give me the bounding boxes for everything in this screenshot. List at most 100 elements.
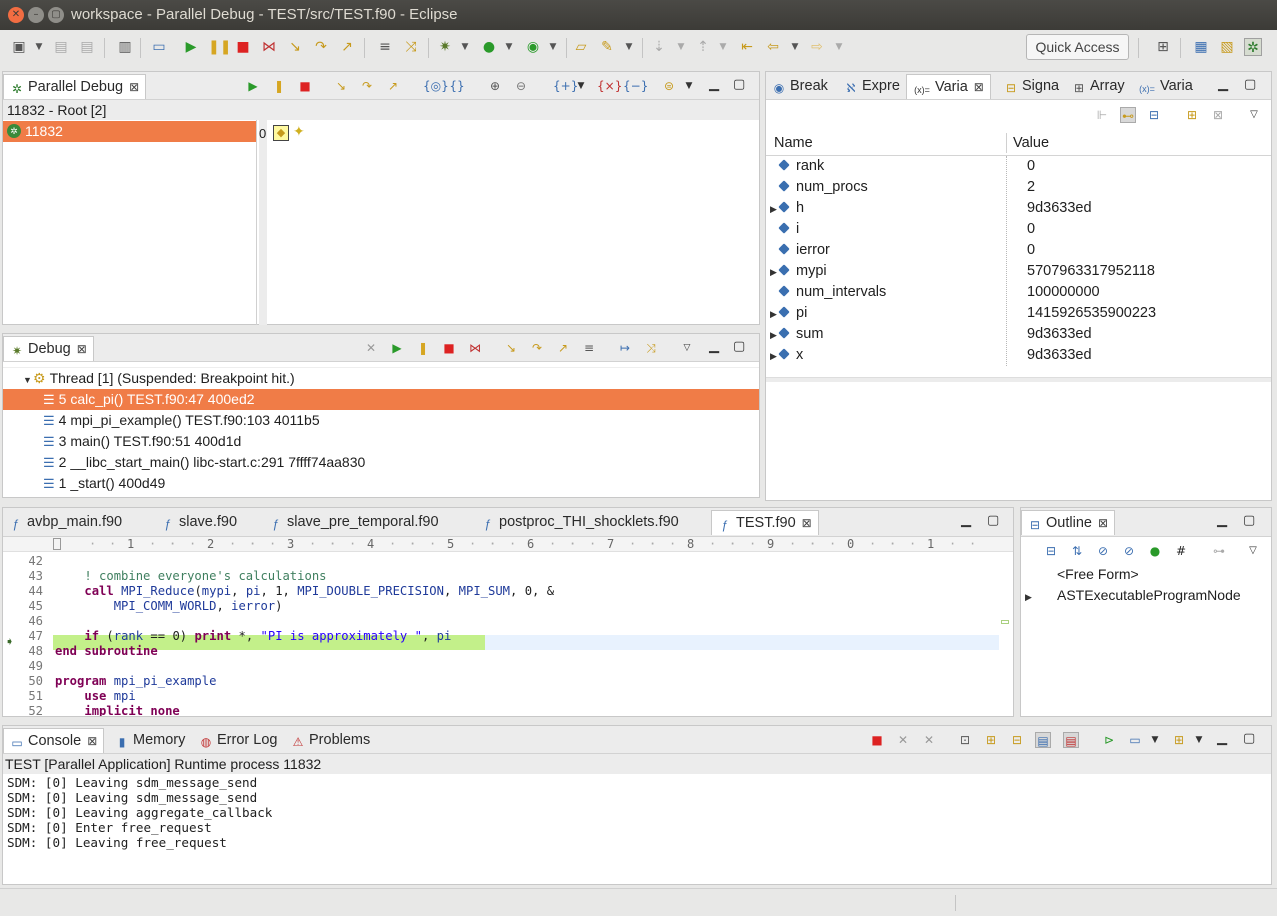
disconnect-icon[interactable]: ⋈ [260,38,278,56]
quick-access-input[interactable]: Quick Access [1026,34,1129,60]
code-line[interactable]: 50 program mpi_pi_example [3,674,1013,689]
thread-item[interactable]: ▼⚙ Thread [1] (Suspended: Breakpoint hit.… [3,368,759,389]
remove-global-icon[interactable]: ⊠ [1210,107,1226,123]
tab-slave[interactable]: ƒ slave.f90 [155,510,243,535]
tab-postproc-thi[interactable]: ƒ postproc_THI_shocklets.f90 [475,510,685,535]
close-icon[interactable]: ⊠ [802,516,812,530]
variable-row[interactable]: i0 [766,219,1271,240]
expand-icon[interactable]: ▶ [770,199,780,220]
stack-frame[interactable]: ☰ 3 main() TEST.f90:51 400d1d [3,431,759,452]
expanded-icon[interactable]: ▼ [23,370,33,391]
chevron-down-icon[interactable]: ▼ [681,78,697,94]
tab-expressions[interactable]: ℵ Expre [838,74,906,99]
close-icon[interactable]: ⊠ [1098,516,1108,530]
use-step-filters-icon[interactable]: ≡ [376,38,394,56]
maximize-icon[interactable]: ▢ [1243,731,1255,746]
tab-variables[interactable]: (x)= Varia ⊠ [906,74,991,99]
close-window-button[interactable]: ✕ [8,7,24,23]
add-global-icon[interactable]: ⊞ [1184,107,1200,123]
chevron-down-icon[interactable]: ▼ [544,38,562,56]
step-over-icon[interactable]: ↷ [529,340,545,356]
minimize-icon[interactable]: ▁ [1217,513,1227,528]
parallel-debug-perspective-icon[interactable]: ✲ [1244,38,1262,56]
job-item[interactable]: ✲ 11832 [3,121,256,142]
remove-launch-icon[interactable]: ✕ [895,732,911,748]
hide-nonpublic-icon[interactable]: ● [1147,543,1163,559]
collapsed-icon[interactable]: ▶ [1025,587,1035,608]
sort-icon[interactable]: ⇅ [1069,543,1085,559]
code-line[interactable]: 51 use mpi [3,689,1013,704]
tab-breakpoints[interactable]: ◉ Break [766,74,834,99]
process-suspended-icon[interactable]: ◆ [273,125,289,141]
variable-row[interactable]: ierror 0 [766,240,1271,261]
tab-console[interactable]: ▭ Console ⊠ [3,728,105,753]
chevron-down-icon[interactable]: ▼ [620,38,638,56]
change-set-icon[interactable]: ⊜ [661,78,677,94]
open-folder-icon[interactable]: ▱ [572,38,590,56]
variable-row[interactable]: ▶ pi 1415926535900223 [766,303,1271,324]
terminate-icon[interactable]: ■ [297,78,313,94]
tab-signals[interactable]: ⊟ Signa [998,74,1065,99]
step-into-icon[interactable]: ↘ [286,38,304,56]
variable-row[interactable]: ▶ x 9d3633ed [766,345,1271,366]
instruction-step-icon[interactable]: ↦ [617,340,633,356]
close-icon[interactable]: ⊠ [87,734,97,748]
stack-frame[interactable]: ☰ 1 _start() 400d49 [3,473,759,494]
scroll-lock-icon[interactable]: ⊞ [983,732,999,748]
view-menu-icon[interactable]: ▽ [679,340,695,356]
tab-avbp-main[interactable]: ƒ avbp_main.f90 [3,510,128,535]
column-value[interactable]: Value [1013,130,1049,156]
step-filters-icon[interactable]: ⤨ [643,340,659,356]
code-line[interactable]: 52 implicit none [3,704,1013,716]
step-return-icon[interactable]: ↗ [338,38,356,56]
splitter[interactable] [259,120,267,325]
chevron-down-icon[interactable]: ▼ [786,38,804,56]
variable-row[interactable]: ▶ sum 9d3633ed [766,324,1271,345]
external-tools-icon[interactable]: ◉ [524,38,542,56]
chevron-down-icon[interactable]: ▼ [30,38,48,56]
code-line[interactable]: 49 [3,659,1013,674]
close-icon[interactable]: ⊠ [129,80,139,94]
last-edit-icon[interactable]: ⇤ [738,38,756,56]
hide-fields-icon[interactable]: ⊘ [1095,543,1111,559]
suspend-icon[interactable]: ❚ [415,340,431,356]
collapse-all-icon[interactable]: ⊟ [1146,107,1162,123]
terminate-icon[interactable]: ■ [441,340,457,356]
chevron-down-icon[interactable]: ▼ [672,38,690,56]
maximize-icon[interactable]: ▢ [987,513,999,528]
tab-parallel-debug[interactable]: ✲ Parallel Debug ⊠ [3,74,147,99]
outline-item[interactable]: ▶ ASTExecutableProgramNode [1021,585,1271,606]
register-icon[interactable]: {◎} [423,78,449,94]
display-console-icon[interactable]: ▭ [1127,732,1143,748]
maximize-icon[interactable]: ▢ [1244,77,1256,92]
suspend-icon[interactable]: ❚❚ [208,38,231,56]
step-over-icon[interactable]: ↷ [359,78,375,94]
zoom-out-icon[interactable]: ⊖ [513,78,529,94]
code-text[interactable]: 42 43 ! combine everyone's calculations 44… [3,554,1013,716]
tab-error-log[interactable]: ◍ Error Log [193,728,283,753]
resume-icon[interactable]: ▶ [389,340,405,356]
maximize-window-button[interactable]: ▢ [48,7,64,23]
minimize-icon[interactable]: ▁ [961,513,971,528]
tab-problems[interactable]: ⚠ Problems [285,728,376,753]
chevron-down-icon[interactable]: ▼ [830,38,848,56]
minimize-icon[interactable]: ▁ [709,339,719,354]
delete-set-icon[interactable]: {×} [597,78,622,94]
step-return-icon[interactable]: ↗ [385,78,401,94]
tab-test[interactable]: ƒ TEST.f90 ⊠ [711,510,819,535]
expand-icon[interactable]: ▶ [770,304,780,325]
maximize-icon[interactable]: ▢ [1243,513,1255,528]
tab-debug[interactable]: ✷ Debug ⊠ [3,336,94,361]
save-all-icon[interactable]: ▤ [78,38,96,56]
step-over-icon[interactable]: ↷ [312,38,330,56]
show-type-names-icon[interactable]: ⊩ [1094,107,1110,123]
stack-frame[interactable]: ☰ 2 __libc_start_main() libc-start.c:291 … [3,452,759,473]
minimize-icon[interactable]: ▁ [1218,77,1228,92]
code-line[interactable]: 48 end subroutine [3,644,1013,659]
next-annotation-icon[interactable]: ⇣ [650,38,668,56]
show-logical-structure-icon[interactable]: ⊷ [1120,107,1136,123]
tab-variables-2[interactable]: (x)= Varia [1132,74,1199,99]
code-line[interactable]: 43 ! combine everyone's calculations [3,569,1013,584]
unregister-icon[interactable]: {} [449,78,465,94]
tab-outline[interactable]: ⊟ Outline ⊠ [1021,510,1116,535]
